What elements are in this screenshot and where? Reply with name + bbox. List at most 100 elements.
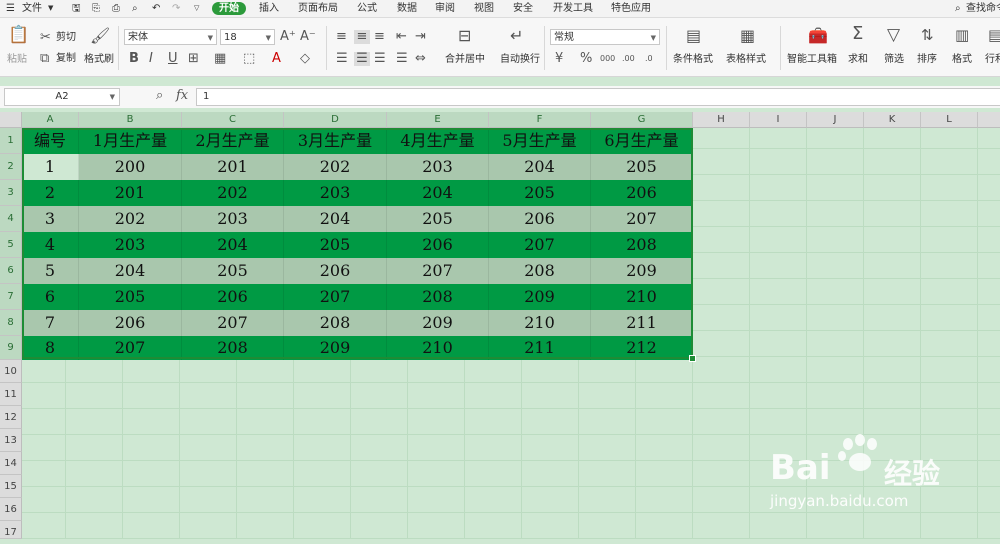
file-menu[interactable]: 文件 — [22, 2, 42, 15]
tab-special[interactable]: 特色应用 — [611, 2, 651, 15]
increase-decimal-icon[interactable]: .00 — [622, 52, 635, 66]
highlight-icon[interactable]: ⬚ — [243, 52, 255, 66]
align-center-icon[interactable]: ☰ — [354, 52, 370, 66]
row-header[interactable]: 15 — [0, 475, 22, 498]
conditional-format-button[interactable]: 条件格式 — [673, 54, 713, 66]
copy-button[interactable]: 复制 — [56, 53, 76, 65]
redo-icon[interactable]: ↷ — [172, 2, 180, 15]
column-header-l[interactable]: L — [921, 112, 978, 128]
merge-center-icon[interactable]: ⊟ — [458, 28, 471, 44]
column-header-k[interactable]: K — [864, 112, 921, 128]
cut-button[interactable]: 剪切 — [56, 32, 76, 44]
tab-data[interactable]: 数据 — [397, 2, 417, 15]
row-header[interactable]: 2 — [0, 154, 22, 180]
thousands-icon[interactable]: 000 — [600, 52, 615, 66]
align-top-icon[interactable]: ≡ — [336, 30, 347, 44]
row-header[interactable]: 8 — [0, 310, 22, 336]
tab-page-layout[interactable]: 页面布局 — [298, 2, 338, 15]
decrease-font-icon[interactable]: A⁻ — [300, 30, 316, 44]
wrap-text-icon[interactable]: ↵ — [510, 28, 523, 44]
sum-icon[interactable]: Σ — [852, 25, 863, 43]
search-command[interactable]: 查找命令 — [966, 2, 1000, 15]
tab-view[interactable]: 视图 — [474, 2, 494, 15]
number-format-select[interactable]: 常规 ▼ — [550, 29, 660, 45]
font-name-select[interactable]: 宋体 ▼ — [124, 29, 217, 45]
export-icon[interactable]: ⎘ — [92, 2, 100, 15]
border-icon[interactable]: ⊞ — [188, 52, 199, 66]
tab-formulas[interactable]: 公式 — [357, 2, 377, 15]
zoom-formula-icon[interactable]: ⌕ — [156, 89, 163, 103]
tab-developer[interactable]: 开发工具 — [553, 2, 593, 15]
column-header-f[interactable]: F — [489, 112, 591, 128]
select-all-corner[interactable] — [0, 112, 22, 128]
row-header[interactable]: 12 — [0, 406, 22, 429]
row-header[interactable]: 16 — [0, 498, 22, 521]
row-header[interactable]: 6 — [0, 258, 22, 284]
search-icon[interactable]: ⌕ — [955, 2, 961, 15]
currency-icon[interactable]: ¥ — [555, 52, 563, 66]
clear-format-icon[interactable]: ◇ — [300, 52, 310, 66]
row-header[interactable]: 11 — [0, 383, 22, 406]
print-icon[interactable]: ⎙ — [112, 2, 120, 15]
tab-security[interactable]: 安全 — [513, 2, 533, 15]
rowcol-button[interactable]: 行和 — [985, 54, 1000, 66]
column-header-j[interactable]: J — [807, 112, 864, 128]
quick-access-dropdown-icon[interactable]: ▽ — [194, 2, 199, 15]
indent-decrease-icon[interactable]: ⇤ — [396, 30, 407, 44]
increase-font-icon[interactable]: A⁺ — [280, 30, 296, 44]
align-bottom-icon[interactable]: ≡ — [374, 30, 385, 44]
smart-toolbox-icon[interactable]: 🧰 — [808, 28, 828, 44]
row-header[interactable]: 9 — [0, 336, 22, 360]
wrap-text-button[interactable]: 自动换行 — [500, 54, 540, 66]
sort-icon[interactable]: ⇅ — [921, 28, 934, 43]
fx-icon[interactable]: fx — [176, 89, 188, 103]
justify-icon[interactable]: ☰ — [396, 52, 408, 66]
align-left-icon[interactable]: ☰ — [336, 52, 348, 66]
row-header[interactable]: 14 — [0, 452, 22, 475]
table-style-icon[interactable]: ▦ — [740, 28, 755, 44]
align-middle-icon[interactable]: ≡ — [354, 30, 370, 44]
paste-button[interactable]: 粘贴 — [7, 54, 27, 66]
row-header[interactable]: 7 — [0, 284, 22, 310]
row-header[interactable]: 5 — [0, 232, 22, 258]
underline-icon[interactable]: U — [168, 52, 178, 66]
font-size-select[interactable]: 18 ▼ — [220, 29, 275, 45]
undo-icon[interactable]: ↶ — [152, 2, 160, 15]
format-icon[interactable]: ▥ — [955, 28, 969, 43]
row-header[interactable]: 17 — [0, 521, 22, 539]
tab-review[interactable]: 审阅 — [435, 2, 455, 15]
bold-icon[interactable]: B — [129, 52, 139, 66]
row-header[interactable]: 10 — [0, 360, 22, 383]
percent-icon[interactable]: % — [580, 52, 592, 66]
column-header-h[interactable]: H — [693, 112, 750, 128]
merge-center-button[interactable]: 合并居中 — [445, 54, 485, 66]
column-header-d[interactable]: D — [284, 112, 387, 128]
save-icon[interactable]: 🖫 — [72, 2, 81, 15]
row-header[interactable]: 13 — [0, 429, 22, 452]
decrease-decimal-icon[interactable]: .0 — [645, 52, 653, 66]
column-header-i[interactable]: I — [750, 112, 807, 128]
row-header[interactable]: 4 — [0, 206, 22, 232]
align-right-icon[interactable]: ☰ — [374, 52, 386, 66]
filter-button[interactable]: 筛选 — [884, 54, 904, 66]
file-dropdown-icon[interactable]: ▼ — [48, 2, 53, 15]
column-header-a[interactable]: A — [22, 112, 79, 128]
cut-icon[interactable]: ✂ — [40, 31, 51, 45]
fill-color-icon[interactable]: ▦ — [214, 52, 226, 66]
sum-button[interactable]: 求和 — [848, 54, 868, 66]
print-preview-icon[interactable]: ⌕ — [132, 2, 138, 15]
rowcol-icon[interactable]: ▤ — [988, 28, 1000, 43]
format-button[interactable]: 格式 — [952, 54, 972, 66]
smart-toolbox-button[interactable]: 智能工具箱 — [787, 54, 837, 66]
tab-insert[interactable]: 插入 — [259, 2, 279, 15]
sort-button[interactable]: 排序 — [917, 54, 937, 66]
name-box[interactable]: A2 ▼ — [4, 88, 120, 106]
row-header[interactable]: 3 — [0, 180, 22, 206]
font-color-icon[interactable]: A — [272, 52, 281, 66]
row-header[interactable]: 1 — [0, 128, 22, 154]
table-style-button[interactable]: 表格样式 — [726, 54, 766, 66]
formula-input[interactable]: 1 — [196, 88, 1000, 106]
menu-icon[interactable]: ☰ — [6, 2, 15, 15]
distributed-icon[interactable]: ⇔ — [415, 52, 426, 66]
column-header-c[interactable]: C — [182, 112, 284, 128]
